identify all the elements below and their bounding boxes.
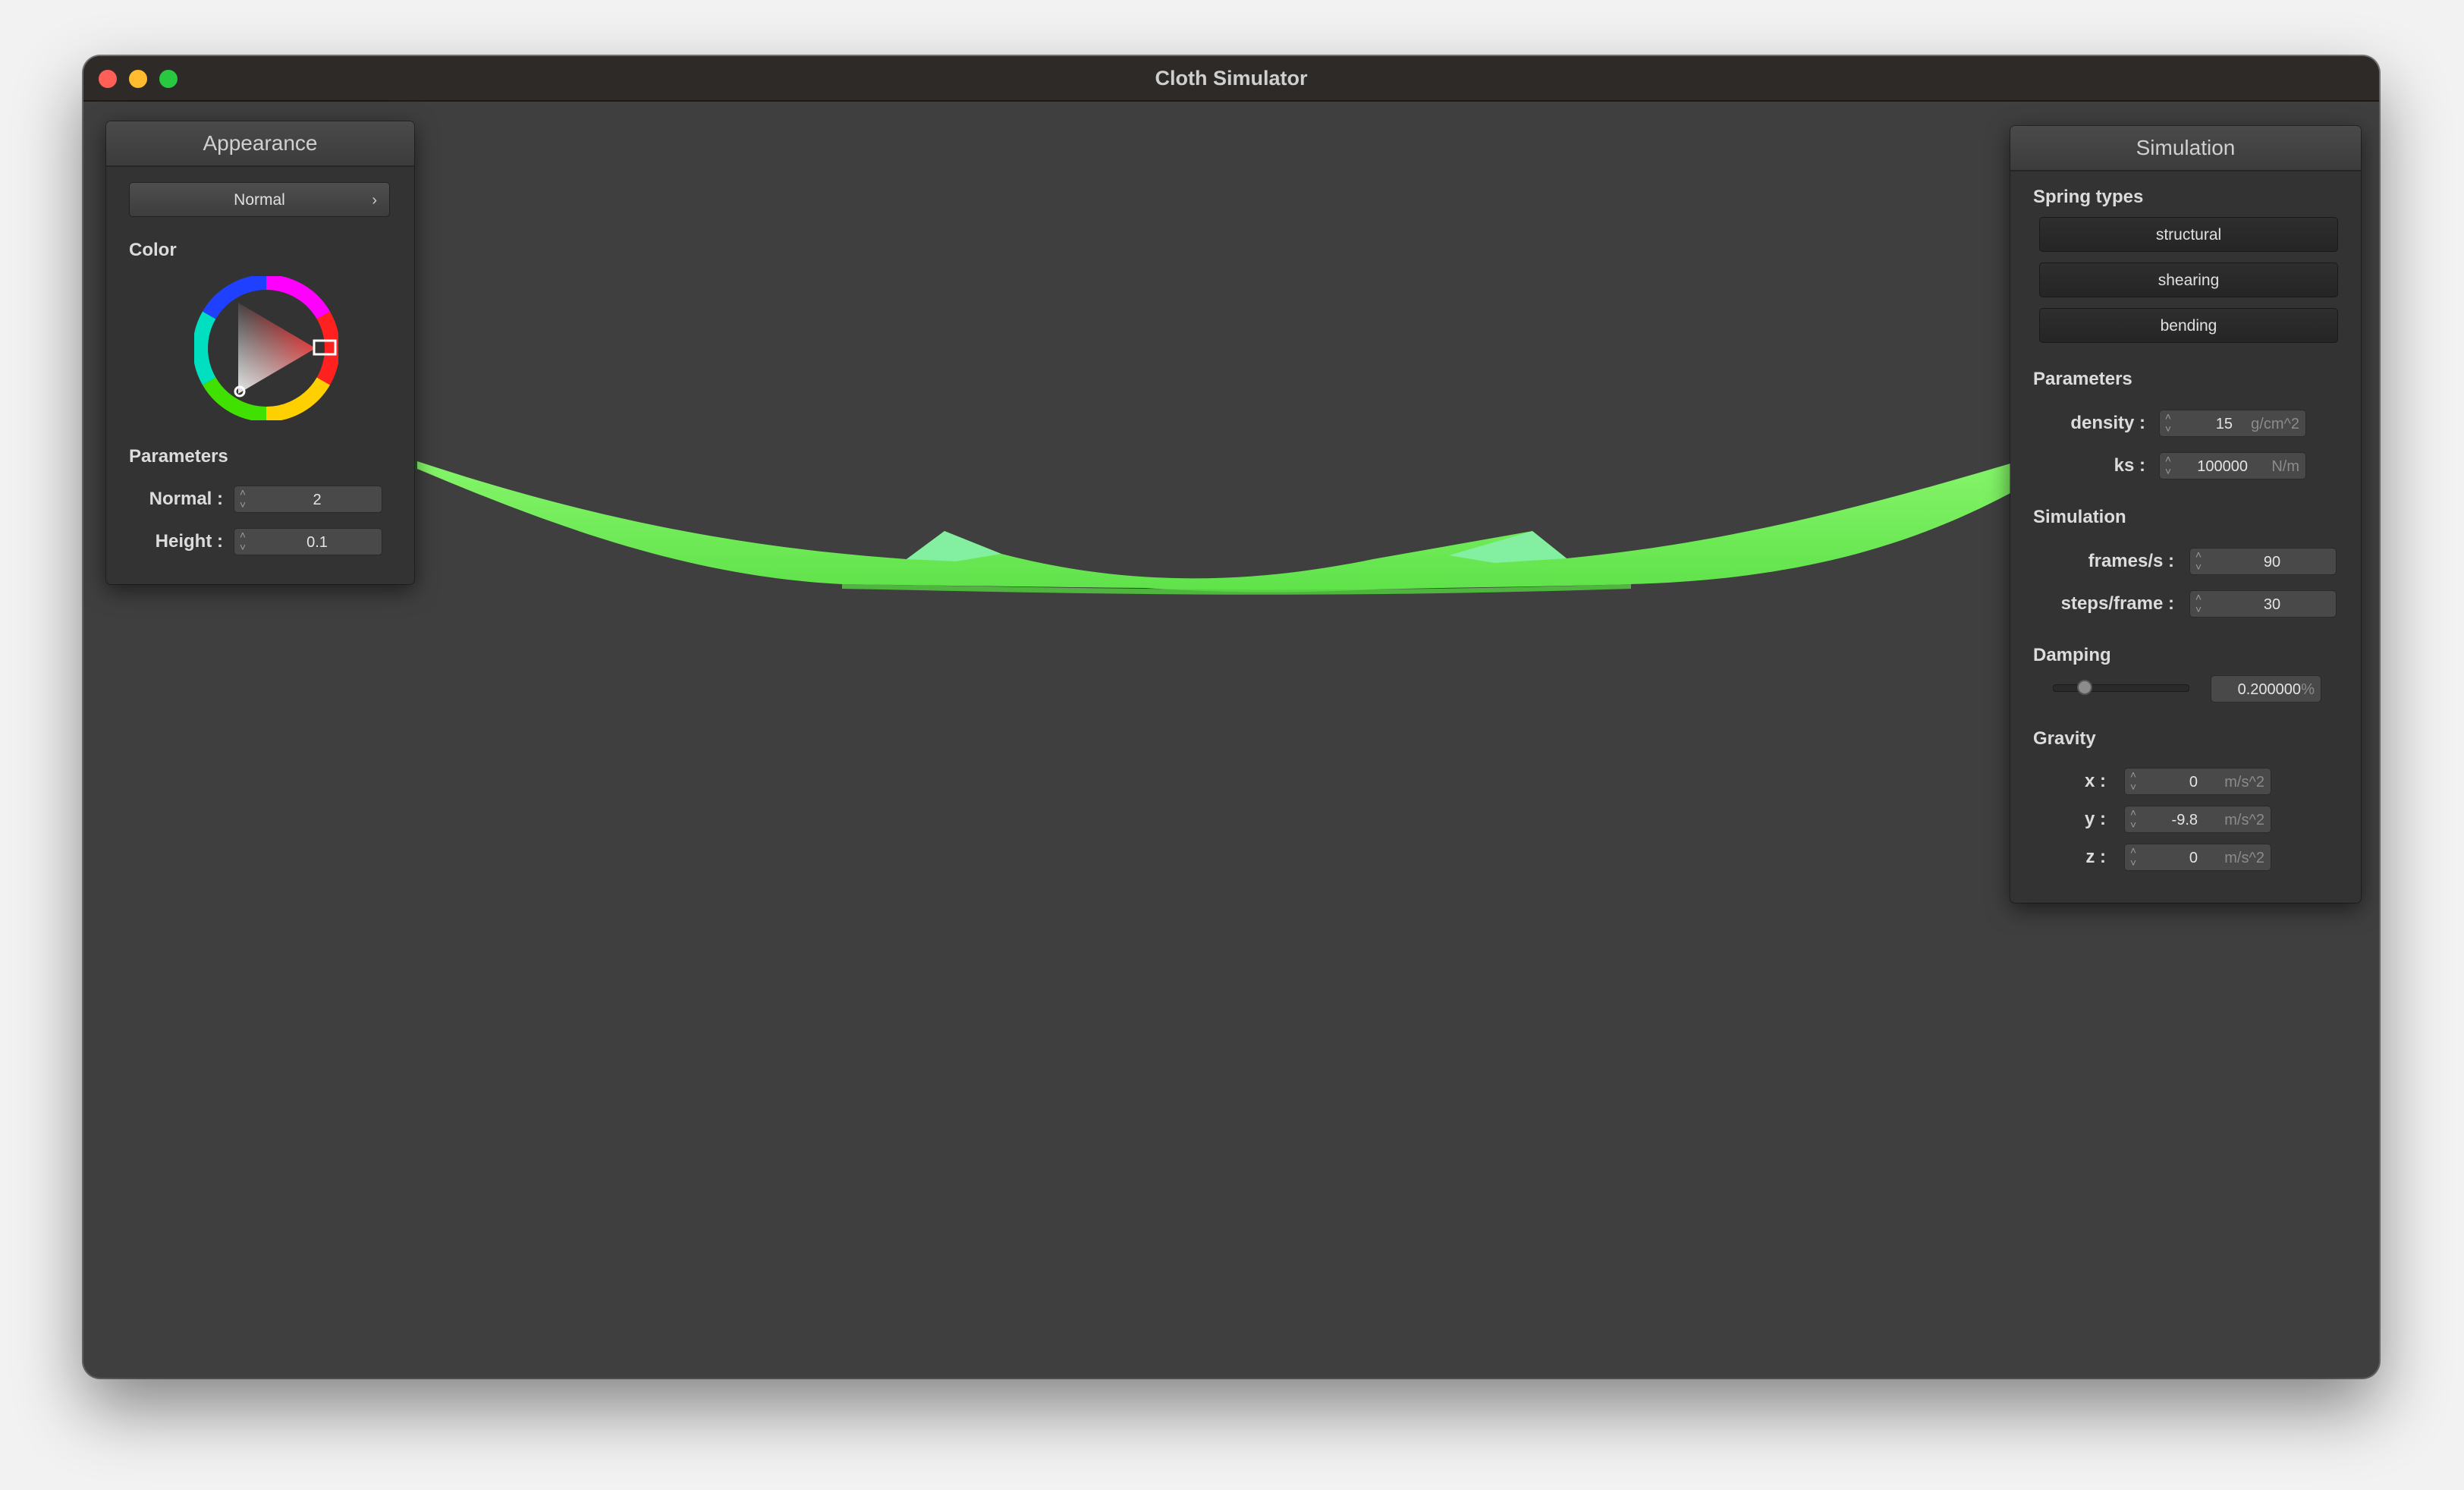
appearance-panel: Appearance Normal › Color Parameters Nor…: [106, 121, 414, 584]
gravity-x-input[interactable]: ˄ ˅ 0 m/s^2: [2124, 768, 2271, 795]
appearance-panel-header[interactable]: Appearance: [106, 121, 414, 167]
steps-stepper[interactable]: ˄ ˅: [2190, 591, 2207, 617]
bending-button[interactable]: bending: [2039, 308, 2338, 343]
fps-input[interactable]: ˄ ˅ 90: [2189, 548, 2337, 575]
ks-stepper[interactable]: ˄ ˅: [2160, 453, 2176, 479]
color-label: Color: [129, 240, 177, 260]
steps-input[interactable]: ˄ ˅ 30: [2189, 590, 2337, 618]
damping-input[interactable]: 0.200000 %: [2211, 675, 2321, 703]
height-label: Height :: [155, 531, 223, 552]
app-window: Cloth Simulator Appearance Normal › Colo…: [83, 56, 2379, 1378]
ks-unit: N/m: [2271, 458, 2299, 475]
gravity-label: Gravity: [2033, 728, 2096, 749]
density-unit: g/cm^2: [2251, 416, 2299, 432]
simulation-parameters-label: Parameters: [2033, 369, 2132, 389]
density-stepper[interactable]: ˄ ˅: [2160, 410, 2176, 436]
ks-label: ks :: [2114, 455, 2145, 476]
appearance-parameters-label: Parameters: [129, 446, 228, 467]
window-title: Cloth Simulator: [1155, 67, 1308, 90]
density-value: 15: [2215, 416, 2233, 432]
normal-stepper[interactable]: ˄ ˅: [234, 486, 251, 512]
gravity-z-stepper[interactable]: ˄ ˅: [2125, 844, 2142, 870]
height-stepper[interactable]: ˄ ˅: [234, 529, 251, 555]
fps-stepper[interactable]: ˄ ˅: [2190, 549, 2207, 574]
height-value: 0.1: [306, 534, 328, 551]
structural-button[interactable]: structural: [2039, 217, 2338, 252]
gravity-y-unit: m/s^2: [2224, 812, 2264, 828]
steps-value: 30: [2263, 596, 2281, 613]
gravity-z-input[interactable]: ˄ ˅ 0 m/s^2: [2124, 844, 2271, 871]
normal-input[interactable]: ˄ ˅ 2: [234, 486, 382, 513]
shader-select[interactable]: Normal ›: [129, 182, 390, 217]
fps-value: 90: [2263, 554, 2281, 571]
density-input[interactable]: ˄ ˅ 15 g/cm^2: [2159, 410, 2306, 437]
gravity-y-label: y :: [2084, 809, 2106, 829]
spring-types-label: Spring types: [2033, 187, 2144, 207]
damping-slider-track[interactable]: [2053, 684, 2189, 692]
gravity-y-input[interactable]: ˄ ˅ -9.8 m/s^2: [2124, 806, 2271, 833]
gravity-y-value: -9.8: [2171, 812, 2198, 828]
gravity-x-stepper[interactable]: ˄ ˅: [2125, 769, 2142, 794]
steps-label: steps/frame :: [2060, 593, 2174, 614]
ks-input[interactable]: ˄ ˅ 100000 N/m: [2159, 452, 2306, 479]
gravity-z-unit: m/s^2: [2224, 850, 2264, 866]
gravity-x-value: 0: [2189, 774, 2198, 791]
height-input[interactable]: ˄ ˅ 0.1: [234, 528, 382, 555]
simulation-section-label: Simulation: [2033, 507, 2126, 527]
color-wheel[interactable]: [194, 276, 338, 420]
title-bar[interactable]: Cloth Simulator: [83, 56, 2379, 102]
simulation-panel-header[interactable]: Simulation: [2010, 126, 2361, 171]
shader-select-value: Normal: [234, 191, 285, 209]
gravity-z-value: 0: [2189, 850, 2198, 866]
normal-label: Normal :: [149, 489, 223, 509]
damping-value: 0.200000: [2237, 681, 2301, 698]
ks-value: 100000: [2197, 458, 2248, 475]
damping-slider-knob[interactable]: [2076, 680, 2092, 695]
damping-label: Damping: [2033, 645, 2111, 665]
gravity-x-unit: m/s^2: [2224, 774, 2264, 791]
shearing-button[interactable]: shearing: [2039, 262, 2338, 297]
damping-unit: %: [2301, 681, 2315, 698]
density-label: density :: [2070, 413, 2145, 433]
gravity-y-stepper[interactable]: ˄ ˅: [2125, 806, 2142, 832]
gravity-x-label: x :: [2084, 771, 2106, 791]
gravity-z-label: z :: [2085, 847, 2106, 867]
fps-label: frames/s :: [2088, 551, 2174, 571]
cloth-surface: [417, 461, 2010, 593]
chevron-right-icon: ›: [372, 192, 377, 209]
simulation-panel: Simulation Spring types structural shear…: [2010, 126, 2361, 903]
normal-value: 2: [313, 492, 322, 508]
